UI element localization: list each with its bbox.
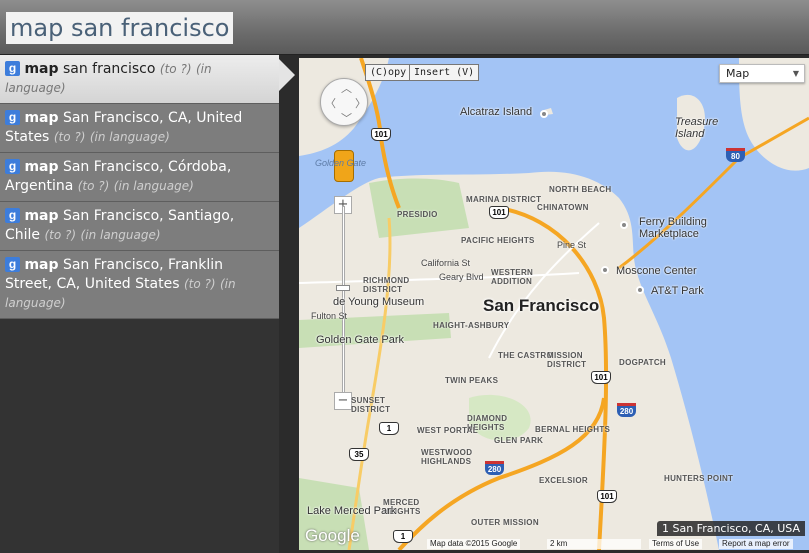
i-80-shield-icon: 80 — [726, 148, 745, 162]
result-badge: 1 San Francisco, CA, USA — [656, 521, 805, 536]
google-icon: g — [5, 110, 20, 125]
moscone-marker-icon — [601, 266, 609, 274]
label-mission: MISSION DISTRICT — [547, 351, 587, 369]
label-chinatown: CHINATOWN — [537, 203, 589, 212]
result-keyword: map — [24, 208, 59, 224]
att-park-marker-icon — [636, 286, 644, 294]
query-input[interactable]: map san francisco — [6, 12, 234, 44]
label-california-st: California St — [421, 258, 471, 268]
pan-left-icon[interactable]: 〈 — [325, 95, 336, 111]
map-type-select[interactable]: Map ▼ — [719, 64, 805, 83]
result-keyword: map — [24, 257, 59, 273]
us-101-shield-icon: 101 — [371, 128, 391, 141]
result-item-4[interactable]: g map San Francisco, Santiago, Chile (to… — [0, 202, 279, 251]
label-bernal: BERNAL HEIGHTS — [535, 425, 611, 434]
zoom-out-button[interactable]: − — [334, 392, 352, 410]
result-item-5[interactable]: g map San Francisco, Franklin Street, CA… — [0, 251, 279, 319]
label-presidio: PRESIDIO — [397, 210, 438, 219]
result-arg-to: (to ?) — [159, 62, 192, 76]
pan-right-icon[interactable]: 〉 — [355, 95, 366, 111]
google-icon: g — [5, 61, 20, 76]
label-hunters-point: HUNTERS POINT — [664, 474, 734, 483]
map-footer: Map data ©2015 Google 2 km Terms of Use … — [299, 538, 809, 550]
label-haight: HAIGHT-ASHBURY — [433, 321, 510, 330]
result-item-3[interactable]: g map San Francisco, Córdoba, Argentina … — [0, 153, 279, 202]
label-lake-merced-park: Lake Merced Park — [307, 505, 397, 517]
result-keyword: map — [24, 61, 59, 77]
label-west-portal: WEST PORTAL — [417, 426, 478, 435]
chevron-down-icon: ▼ — [792, 69, 799, 78]
label-pacific-heights: PACIFIC HEIGHTS — [461, 236, 535, 245]
map-attribution: Map data ©2015 Google — [427, 539, 521, 549]
result-arg-to: (to ?) — [77, 179, 110, 193]
report-error-link[interactable]: Report a map error — [719, 539, 793, 549]
us-101-shield-icon: 101 — [591, 371, 611, 384]
google-icon: g — [5, 159, 20, 174]
label-pine-st: Pine St — [557, 240, 587, 250]
label-north-beach: NORTH BEACH — [549, 185, 612, 194]
google-icon: g — [5, 257, 20, 272]
label-excelsior: EXCELSIOR — [539, 476, 588, 485]
alcatraz-marker-icon — [540, 110, 548, 118]
label-golden-gate-park: Golden Gate Park — [316, 334, 405, 346]
pan-up-icon[interactable]: ︿ — [341, 80, 352, 96]
i-280-shield-icon: 280 — [617, 403, 636, 417]
result-arg-to: (to ?) — [183, 277, 216, 291]
map-type-value: Map — [726, 67, 750, 80]
label-westwood-highlands: WESTWOOD HIGHLANDS — [421, 448, 473, 466]
result-arg-in: (in language) — [89, 130, 170, 144]
result-list: g map san francisco (to ?) (in language)… — [0, 55, 295, 553]
label-dogpatch: DOGPATCH — [619, 358, 666, 367]
ca-1-shield-icon: 1 — [379, 422, 399, 435]
us-101-shield-icon: 101 — [597, 490, 617, 503]
insert-button[interactable]: Insert (V) — [409, 64, 480, 81]
label-treasure: Treasure Island — [675, 116, 719, 140]
terms-link[interactable]: Terms of Use — [649, 539, 703, 549]
i-280-shield-icon: 280 — [485, 461, 504, 475]
copy-button[interactable]: (C)opy — [365, 64, 412, 81]
label-golden-gate: Golden Gate — [315, 158, 367, 168]
result-arg-in: (in language) — [113, 179, 194, 193]
pan-control[interactable]: ︿ ﹀ 〈 〉 — [320, 78, 368, 126]
result-keyword: map — [24, 159, 59, 175]
google-icon: g — [5, 208, 20, 223]
label-san-francisco: San Francisco — [483, 296, 600, 315]
result-arg-to: (to ?) — [44, 228, 77, 242]
ca-35-shield-icon: 35 — [349, 448, 369, 461]
result-item-1[interactable]: g map san francisco (to ?) (in language) — [0, 55, 295, 104]
label-att-park: AT&T Park — [651, 285, 704, 297]
label-geary: Geary Blvd — [439, 272, 484, 282]
label-glen-park: GLEN PARK — [494, 436, 544, 445]
result-text: san francisco — [62, 61, 156, 77]
result-keyword: map — [24, 110, 59, 126]
scale-bar: 2 km — [547, 539, 641, 549]
ferry-marker-icon — [620, 221, 628, 229]
label-moscone: Moscone Center — [616, 265, 697, 277]
result-arg-in: (in language) — [80, 228, 161, 242]
result-item-2[interactable]: g map San Francisco, CA, United States (… — [0, 104, 279, 153]
result-arg-to: (to ?) — [53, 130, 86, 144]
us-101-shield-icon: 101 — [489, 206, 509, 219]
query-bar: map san francisco — [0, 0, 809, 55]
label-marina: MARINA DISTRICT — [466, 195, 542, 204]
map-view[interactable]: (C)opy Insert (V) Map ▼ ︿ ﹀ 〈 〉 + − Alca… — [299, 58, 809, 550]
land-presidio — [369, 178, 469, 238]
scale-label: 2 km — [550, 539, 568, 548]
label-outer-mission: OUTER MISSION — [471, 518, 539, 527]
label-western-addition: WESTERN ADDITION — [491, 268, 534, 286]
zoom-slider-handle[interactable] — [336, 285, 350, 291]
pan-down-icon[interactable]: ﹀ — [341, 110, 352, 126]
label-richmond: RICHMOND DISTRICT — [363, 276, 410, 294]
label-alcatraz: Alcatraz Island — [460, 106, 533, 118]
label-fulton-st: Fulton St — [311, 311, 348, 321]
label-ferry-building: Ferry Building Marketplace — [639, 216, 707, 240]
label-sunset: SUNSET DISTRICT — [351, 396, 391, 414]
label-de-young: de Young Museum — [333, 296, 425, 308]
label-castro: THE CASTRO — [498, 351, 553, 360]
label-twin-peaks: TWIN PEAKS — [445, 376, 499, 385]
